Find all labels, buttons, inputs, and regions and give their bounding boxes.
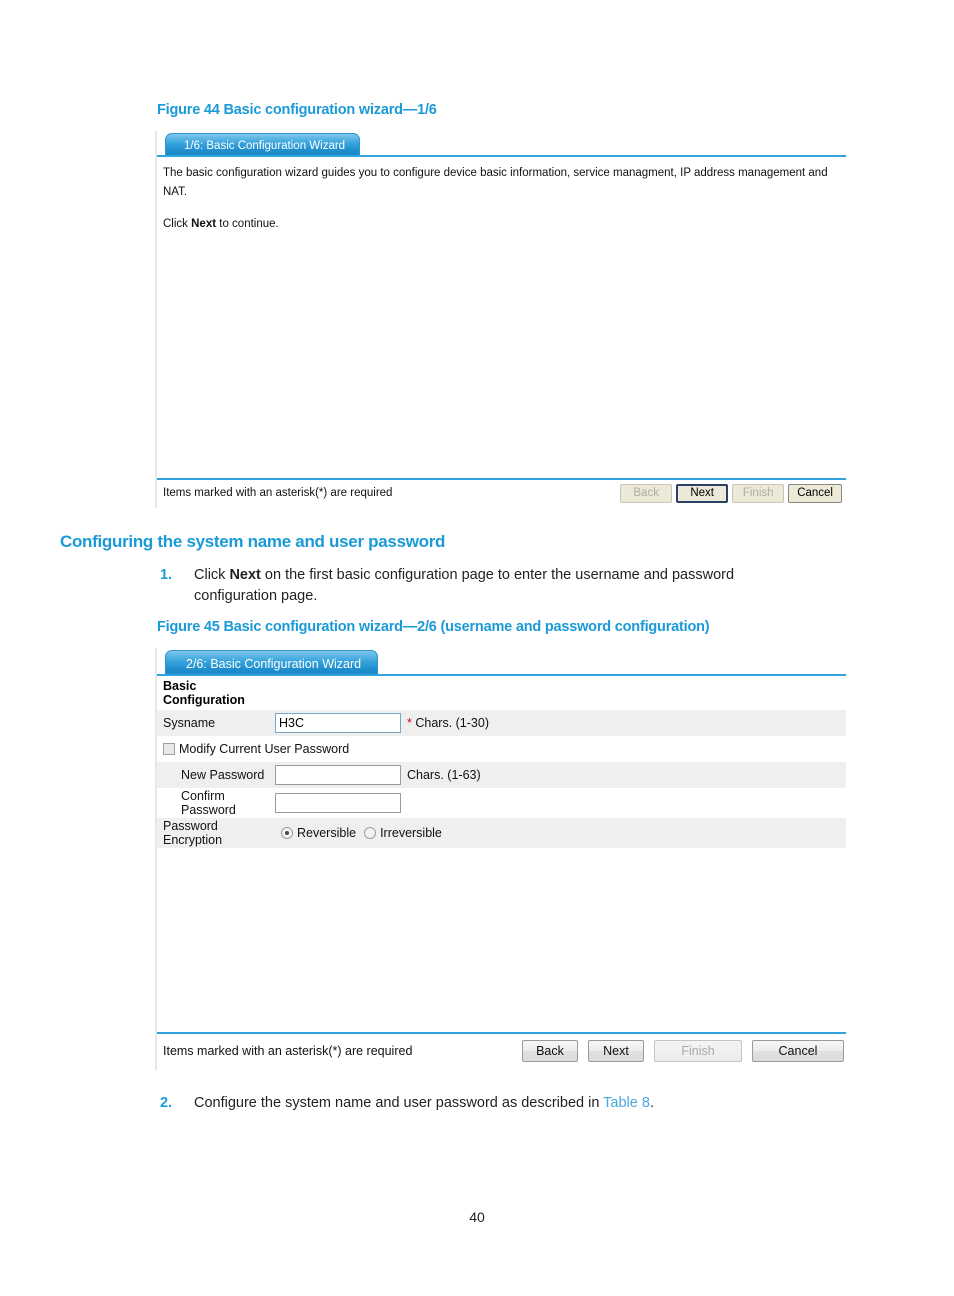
step-2-text-pre: Configure the system name and user passw… xyxy=(194,1095,604,1111)
new-password-row: New Password Chars. (1-63) xyxy=(157,762,846,788)
radio-reversible-label: Reversible xyxy=(297,826,357,840)
step-2-number: 2. xyxy=(160,1095,173,1111)
tab-2-6-basic-configuration-wizard[interactable]: 2/6: Basic Configuration Wizard xyxy=(165,650,379,676)
back-button[interactable]: Back xyxy=(522,1040,578,1062)
tab-1-6-basic-configuration-wizard[interactable]: 1/6: Basic Configuration Wizard xyxy=(165,133,361,157)
wizard-1-6-intro: The basic configuration wizard guides yo… xyxy=(157,157,846,234)
step-1-number: 1. xyxy=(160,567,173,583)
step-1-text-pre: Click xyxy=(194,567,230,583)
wizard-2-6-tabbar: 2/6: Basic Configuration Wizard xyxy=(157,648,846,676)
intro-continue-text: to continue. xyxy=(216,218,279,230)
wizard-1-6: 1/6: Basic Configuration Wizard The basi… xyxy=(155,131,846,508)
next-button[interactable]: Next xyxy=(676,484,729,503)
wizard-intro-line-2: Click Next to continue. xyxy=(163,215,846,234)
finish-button: Finish xyxy=(654,1040,742,1062)
wizard-2-6-footer: Items marked with an asterisk(*) are req… xyxy=(157,1032,846,1070)
confirm-password-label: Confirm Password xyxy=(157,789,275,817)
wizard-2-6-body: Basic Configuration Sysname * Chars. (1-… xyxy=(157,676,846,1034)
basic-configuration-title: Basic Configuration xyxy=(157,676,245,710)
basic-configuration-form: Basic Configuration Sysname * Chars. (1-… xyxy=(157,676,846,848)
confirm-password-row: Confirm Password xyxy=(157,788,846,818)
confirm-password-input[interactable] xyxy=(275,793,401,813)
step-1-next-emphasis: Next xyxy=(229,567,261,583)
wizard-1-6-button-row: Back Next Finish Cancel xyxy=(620,484,842,503)
radio-irreversible-label: Irreversible xyxy=(380,826,442,840)
finish-button: Finish xyxy=(732,484,785,503)
figure-45-caption: Figure 45 Basic configuration wizard—2/6… xyxy=(157,619,710,635)
intro-next-emphasis: Next xyxy=(191,218,217,230)
sysname-hint-text: Chars. (1-30) xyxy=(411,716,489,730)
cancel-button[interactable]: Cancel xyxy=(752,1040,844,1062)
page-number: 40 xyxy=(469,1209,485,1225)
password-encryption-row: Password Encryption Reversible Irreversi… xyxy=(157,818,846,848)
form-section-title-row: Basic Configuration xyxy=(157,676,846,710)
confirm-password-label-line2: Password xyxy=(181,803,236,817)
basic-configuration-title-line2: Configuration xyxy=(163,693,245,707)
intro-click-text: Click xyxy=(163,218,192,230)
required-items-note: Items marked with an asterisk(*) are req… xyxy=(163,1044,413,1058)
new-password-hint: Chars. (1-63) xyxy=(407,768,481,782)
password-encryption-label-line1: Password xyxy=(163,819,218,833)
new-password-label: New Password xyxy=(181,767,265,782)
step-1-text: Click Next on the first basic configurat… xyxy=(194,565,820,607)
encryption-reversible-option[interactable]: Reversible xyxy=(281,826,356,840)
wizard-2-6-button-row: Back Next Finish Cancel xyxy=(522,1040,844,1062)
figure-44-caption: Figure 44 Basic configuration wizard—1/6 xyxy=(157,102,437,118)
encryption-irreversible-option[interactable]: Irreversible xyxy=(364,826,442,840)
checkbox-icon[interactable] xyxy=(163,743,175,755)
next-button[interactable]: Next xyxy=(588,1040,644,1062)
sysname-hint: * Chars. (1-30) xyxy=(407,716,489,730)
confirm-password-label-line1: Confirm xyxy=(181,789,225,803)
modify-password-row: Modify Current User Password xyxy=(157,736,846,762)
back-button: Back xyxy=(620,484,673,503)
wizard-1-6-body: The basic configuration wizard guides yo… xyxy=(157,157,846,477)
step-1-text-post: on the first basic configuration page to… xyxy=(194,567,735,604)
wizard-1-6-tabbar: 1/6: Basic Configuration Wizard xyxy=(157,131,846,157)
modify-password-label: Modify Current User Password xyxy=(179,742,350,756)
step-2-text-post: . xyxy=(649,1095,654,1111)
step-1: 1. Click Next on the first basic configu… xyxy=(160,565,820,607)
wizard-1-6-footer: Items marked with an asterisk(*) are req… xyxy=(157,478,846,508)
section-heading-configuring-system-name: Configuring the system name and user pas… xyxy=(60,532,446,551)
new-password-input[interactable] xyxy=(275,765,401,785)
step-2-text: Configure the system name and user passw… xyxy=(194,1093,820,1114)
sysname-label: Sysname xyxy=(163,715,216,730)
password-encryption-label: Password Encryption xyxy=(157,819,275,847)
password-encryption-label-line2: Encryption xyxy=(163,833,223,847)
basic-configuration-title-line1: Basic xyxy=(163,679,197,693)
wizard-2-6: 2/6: Basic Configuration Wizard Basic Co… xyxy=(155,648,846,1070)
required-items-note: Items marked with an asterisk(*) are req… xyxy=(163,487,393,499)
radio-unselected-icon[interactable] xyxy=(364,827,377,839)
step-2: 2. Configure the system name and user pa… xyxy=(160,1093,820,1114)
sysname-input[interactable] xyxy=(275,713,401,733)
table-8-link[interactable]: Table 8 xyxy=(603,1095,650,1111)
cancel-button[interactable]: Cancel xyxy=(788,484,842,503)
sysname-row: Sysname * Chars. (1-30) xyxy=(157,710,846,736)
wizard-intro-line-1: The basic configuration wizard guides yo… xyxy=(163,167,828,198)
radio-selected-icon[interactable] xyxy=(281,827,293,839)
modify-password-checkbox-wrap[interactable]: Modify Current User Password xyxy=(157,742,349,756)
